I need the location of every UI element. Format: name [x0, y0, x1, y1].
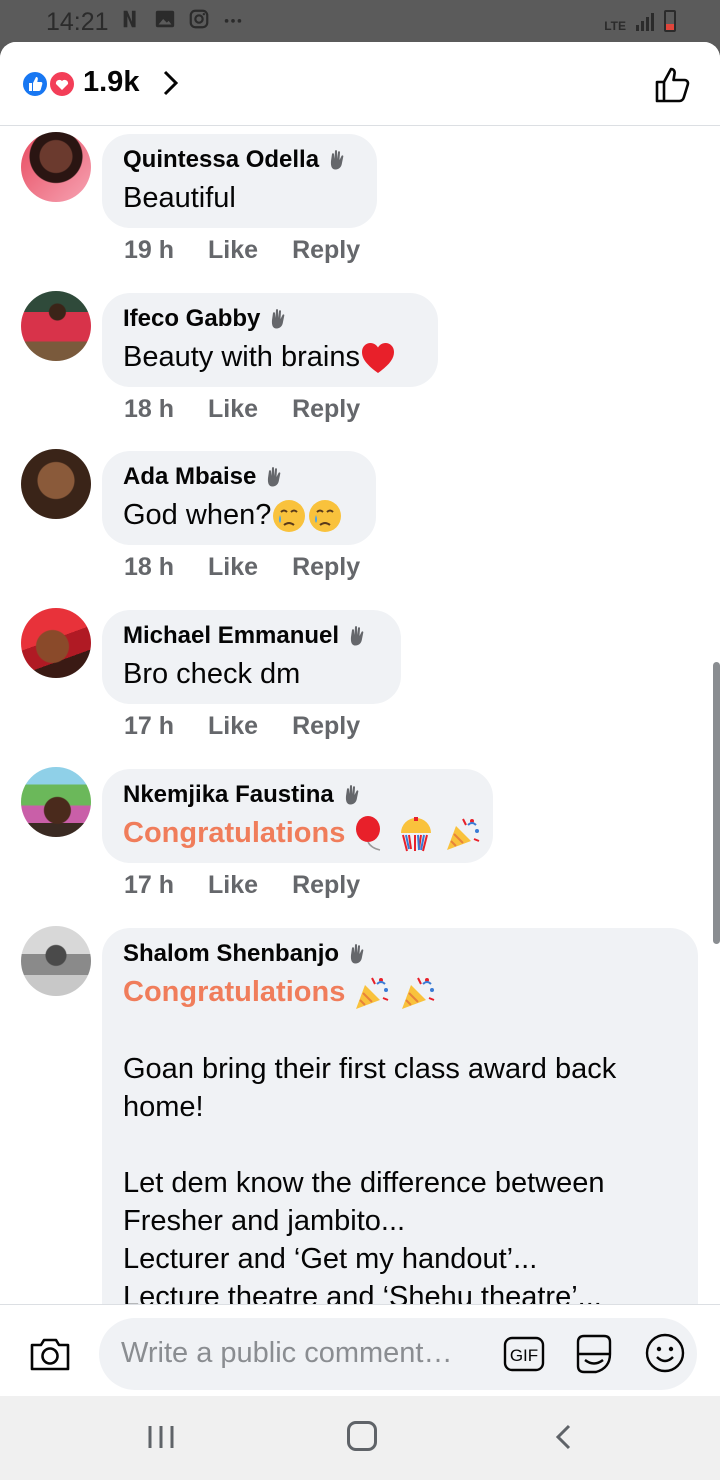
party-popper-icon [446, 818, 479, 851]
sticker-icon[interactable] [572, 1332, 616, 1376]
comment-text: Congratulations [123, 974, 677, 1012]
comment-actions: 17 h Like Reply [124, 712, 360, 741]
comment-actions: 17 h Like Reply [124, 871, 360, 900]
new-member-wave-icon [268, 467, 281, 487]
reply-link[interactable]: Reply [292, 236, 360, 265]
reply-link[interactable]: Reply [292, 553, 360, 582]
comment-time[interactable]: 18 h [124, 553, 174, 582]
comment-text: Bro check dm [123, 658, 301, 690]
comment-author[interactable]: Quintessa Odella [123, 146, 356, 174]
camera-icon[interactable] [28, 1335, 72, 1373]
comment-text: Congratulations [123, 815, 479, 853]
emoji-icon[interactable] [644, 1332, 686, 1374]
reply-link[interactable]: Reply [292, 871, 360, 900]
new-member-wave-icon [272, 309, 285, 329]
home-icon[interactable] [347, 1421, 377, 1451]
comment-bubble[interactable]: Ifeco Gabby Beauty with brains [102, 293, 438, 387]
comment-bubble[interactable]: Michael Emmanuel Bro check dm [102, 610, 401, 704]
comment-author[interactable]: Shalom Shenbanjo [123, 940, 677, 968]
avatar[interactable] [21, 449, 91, 519]
confetti-ball-icon [401, 817, 432, 852]
comments-list[interactable]: Quintessa Odella Beautiful 19 h Like Rep… [0, 127, 720, 1305]
like-link[interactable]: Like [208, 712, 258, 741]
comment-text: Beautiful [123, 182, 236, 214]
comment-time[interactable]: 19 h [124, 236, 174, 265]
comments-sheet: 1.9k Quintessa Odella Beautiful 19 h Lik… [0, 42, 720, 1396]
comment-author[interactable]: Michael Emmanuel [123, 622, 380, 650]
gif-label: GIF [510, 1346, 538, 1365]
new-member-wave-icon [350, 944, 364, 964]
new-member-wave-icon [350, 626, 364, 646]
comment-bubble[interactable]: Ada Mbaise God when? [102, 451, 376, 545]
notification-icons [120, 8, 244, 30]
comment-bubble[interactable]: Nkemjika Faustina Congratulations [102, 769, 493, 863]
comment-line: Fresher and jambito... [123, 1205, 406, 1238]
network-type: LTE [604, 19, 626, 33]
comment-author[interactable]: Ifeco Gabby [123, 305, 417, 333]
avatar[interactable] [21, 291, 91, 361]
chevron-right-icon[interactable] [160, 68, 182, 98]
comment-input[interactable]: Write a public comment… GIF [99, 1318, 697, 1390]
more-notifications-icon [224, 19, 242, 23]
system-icons: LTE [604, 10, 676, 32]
avatar[interactable] [21, 132, 91, 202]
like-post-icon[interactable] [654, 64, 692, 104]
netflix-icon [123, 10, 136, 28]
android-navigation-bar [0, 1396, 720, 1480]
recent-apps-icon[interactable] [146, 1424, 176, 1450]
comment-time[interactable]: 18 h [124, 395, 174, 424]
reply-link[interactable]: Reply [292, 712, 360, 741]
party-popper-icon [402, 977, 435, 1010]
like-link[interactable]: Like [208, 871, 258, 900]
gif-icon[interactable]: GIF [503, 1336, 545, 1372]
avatar[interactable] [21, 926, 91, 996]
status-time: 14:21 [46, 8, 109, 36]
avatar[interactable] [21, 608, 91, 678]
crying-face-icon [309, 500, 342, 533]
avatar[interactable] [21, 767, 91, 837]
signal-icon [636, 13, 654, 31]
reaction-count[interactable]: 1.9k [83, 66, 139, 99]
comment-time[interactable]: 17 h [124, 871, 174, 900]
comment-author[interactable]: Ada Mbaise [123, 463, 355, 491]
comment-author[interactable]: Nkemjika Faustina [123, 781, 472, 809]
reply-link[interactable]: Reply [292, 395, 360, 424]
comment-input-placeholder[interactable]: Write a public comment… [121, 1337, 452, 1370]
reactions-icon[interactable] [20, 69, 76, 99]
comment-paragraph: Goan bring their first class award back … [123, 1053, 617, 1124]
new-member-wave-icon [330, 150, 344, 170]
like-link[interactable]: Like [208, 395, 258, 424]
comment-composer: Write a public comment… GIF [0, 1304, 720, 1396]
new-member-wave-icon [345, 785, 359, 805]
like-link[interactable]: Like [208, 236, 258, 265]
gallery-icon [155, 10, 175, 28]
status-bar: 14:21 LTE [0, 0, 720, 44]
comment-actions: 18 h Like Reply [124, 395, 360, 424]
comment-line: Let dem know the difference between [123, 1167, 605, 1200]
balloon-icon [356, 816, 381, 852]
scrollbar[interactable] [713, 662, 720, 944]
comment-bubble[interactable]: Quintessa Odella Beautiful [102, 134, 377, 228]
comment-text: Beauty with brains [123, 339, 417, 375]
comment-line: Lecturer and ‘Get my handout’... [123, 1243, 538, 1276]
party-popper-icon [356, 977, 389, 1010]
reactions-header: 1.9k [0, 42, 720, 126]
like-link[interactable]: Like [208, 553, 258, 582]
battery-icon [664, 10, 676, 32]
comment-time[interactable]: 17 h [124, 712, 174, 741]
comment-line: Lecture theatre and ‘Shehu theatre’... [123, 1281, 602, 1305]
instagram-icon [189, 9, 209, 29]
comment-bubble[interactable]: Shalom Shenbanjo Congratulations Goan br… [102, 928, 698, 1305]
comment-actions: 19 h Like Reply [124, 236, 360, 265]
comment-actions: 18 h Like Reply [124, 553, 360, 582]
red-heart-icon [361, 343, 394, 374]
back-icon[interactable] [552, 1423, 574, 1451]
crying-face-icon [273, 500, 306, 533]
comment-text: God when? [123, 497, 355, 534]
